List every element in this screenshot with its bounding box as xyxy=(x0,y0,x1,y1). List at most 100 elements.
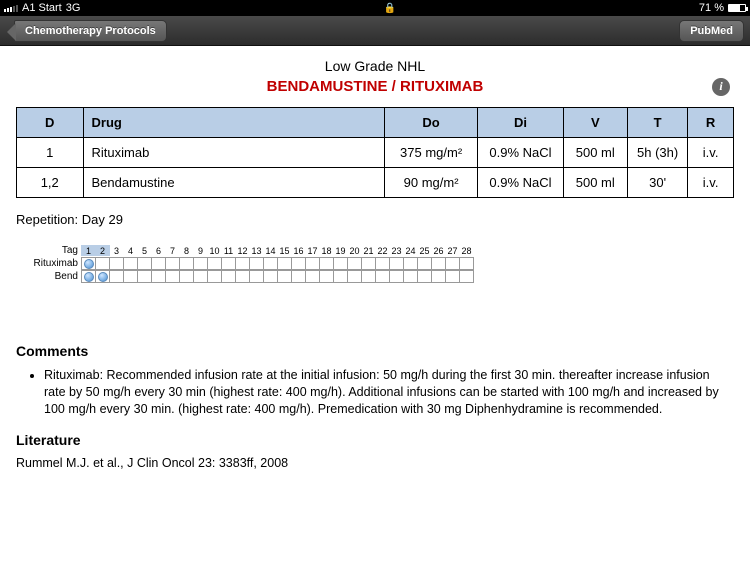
dose-dot-icon xyxy=(98,272,108,282)
schedule-drug-row: Rituximab xyxy=(22,257,734,270)
schedule-day-header: 9 xyxy=(193,245,208,256)
schedule-cell xyxy=(193,270,208,283)
table-row: 1,2Bendamustine90 mg/m²0.9% NaCl500 ml30… xyxy=(17,168,734,198)
schedule-cell xyxy=(319,270,334,283)
schedule-cell xyxy=(319,257,334,270)
table-header-row: D Drug Do Di V T R xyxy=(17,108,734,138)
schedule-cell xyxy=(123,270,138,283)
signal-icon xyxy=(4,5,18,12)
schedule-cell xyxy=(249,257,264,270)
schedule-day-header: 8 xyxy=(179,245,194,256)
schedule-cell xyxy=(263,257,278,270)
schedule-cell xyxy=(123,257,138,270)
info-icon[interactable]: i xyxy=(712,78,730,96)
table-cell-di: 0.9% NaCl xyxy=(478,138,563,168)
schedule-cell xyxy=(263,270,278,283)
schedule-cell xyxy=(109,270,124,283)
schedule-day-header: 15 xyxy=(277,245,292,256)
schedule-cell xyxy=(179,257,194,270)
status-left: A1 Start 3G xyxy=(4,2,80,14)
battery-icon xyxy=(728,4,746,12)
schedule-day-header: 18 xyxy=(319,245,334,256)
schedule-day-header: 4 xyxy=(123,245,138,256)
schedule-cell xyxy=(207,257,222,270)
schedule-cell xyxy=(221,257,236,270)
schedule-day-header: 12 xyxy=(235,245,250,256)
schedule-day-header: 10 xyxy=(207,245,222,256)
schedule-cell xyxy=(235,270,250,283)
schedule-day-header: 1 xyxy=(81,245,96,256)
schedule-cell xyxy=(165,270,180,283)
schedule-day-header: 13 xyxy=(249,245,264,256)
table-cell-v: 500 ml xyxy=(563,138,627,168)
schedule-cell xyxy=(305,270,320,283)
col-v-header: V xyxy=(563,108,627,138)
schedule-cell xyxy=(417,257,432,270)
table-cell-drug: Rituximab xyxy=(83,138,384,168)
lock-icon: 🔒 xyxy=(383,2,395,14)
schedule-cell xyxy=(81,270,96,283)
table-cell-t: 5h (3h) xyxy=(627,138,687,168)
table-cell-do: 90 mg/m² xyxy=(384,168,478,198)
col-d-header: D xyxy=(17,108,84,138)
schedule-day-header: 20 xyxy=(347,245,362,256)
schedule-cell xyxy=(137,257,152,270)
pubmed-button[interactable]: PubMed xyxy=(679,20,744,42)
schedule-cell xyxy=(389,270,404,283)
schedule-cell xyxy=(347,257,362,270)
dose-dot-icon xyxy=(84,259,94,269)
table-cell-drug: Bendamustine xyxy=(83,168,384,198)
schedule-cell xyxy=(431,270,446,283)
schedule-row-label: Bend xyxy=(22,271,82,282)
table-cell-r: i.v. xyxy=(688,138,734,168)
battery-text: 71 % xyxy=(699,2,724,14)
schedule-row-label: Rituximab xyxy=(22,258,82,269)
comments-section: Comments Rituximab: Recommended infusion… xyxy=(16,343,734,418)
page-title: BENDAMUSTINE / RITUXIMAB xyxy=(267,78,484,95)
schedule-cell xyxy=(165,257,180,270)
schedule-day-header: 26 xyxy=(431,245,446,256)
schedule-day-header: 14 xyxy=(263,245,278,256)
schedule-day-header: 7 xyxy=(165,245,180,256)
schedule-cell xyxy=(333,270,348,283)
schedule-day-header: 28 xyxy=(459,245,474,256)
carrier-label: A1 Start xyxy=(22,2,62,14)
schedule-cell xyxy=(179,270,194,283)
schedule-day-header: 2 xyxy=(95,245,110,256)
schedule-cell xyxy=(277,257,292,270)
schedule-grid: Tag 123456789101112131415161718192021222… xyxy=(22,245,734,283)
schedule-day-header: 27 xyxy=(445,245,460,256)
back-button[interactable]: Chemotherapy Protocols xyxy=(14,20,167,42)
status-right: 71 % xyxy=(699,2,746,14)
schedule-day-header: 5 xyxy=(137,245,152,256)
schedule-day-header: 23 xyxy=(389,245,404,256)
schedule-day-header: 21 xyxy=(361,245,376,256)
schedule-cell xyxy=(291,270,306,283)
nav-bar: Chemotherapy Protocols PubMed xyxy=(0,16,750,46)
schedule-cell xyxy=(151,270,166,283)
literature-heading: Literature xyxy=(16,432,734,448)
schedule-day-header: 6 xyxy=(151,245,166,256)
schedule-cell xyxy=(277,270,292,283)
schedule-cell xyxy=(95,270,110,283)
schedule-cell xyxy=(95,257,110,270)
schedule-cell xyxy=(389,257,404,270)
table-cell-d: 1 xyxy=(17,138,84,168)
schedule-cell xyxy=(375,257,390,270)
schedule-cell xyxy=(81,257,96,270)
col-do-header: Do xyxy=(384,108,478,138)
schedule-cell xyxy=(445,270,460,283)
schedule-cell xyxy=(403,270,418,283)
table-cell-r: i.v. xyxy=(688,168,734,198)
schedule-cell xyxy=(137,270,152,283)
schedule-day-header: 3 xyxy=(109,245,124,256)
comments-list: Rituximab: Recommended infusion rate at … xyxy=(44,367,734,418)
schedule-cell xyxy=(151,257,166,270)
schedule-day-header: 19 xyxy=(333,245,348,256)
schedule-cell xyxy=(249,270,264,283)
schedule-cell xyxy=(207,270,222,283)
col-di-header: Di xyxy=(478,108,563,138)
schedule-day-header: 16 xyxy=(291,245,306,256)
schedule-cell xyxy=(459,257,474,270)
table-cell-di: 0.9% NaCl xyxy=(478,168,563,198)
